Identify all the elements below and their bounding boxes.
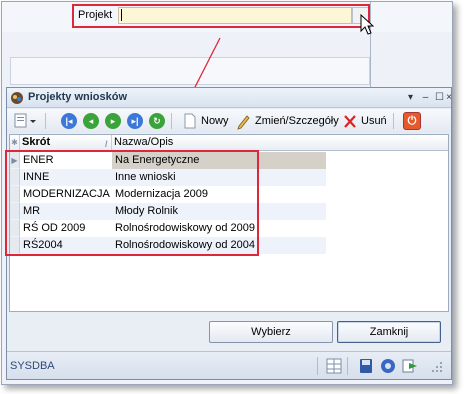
column-header-name[interactable]: Nazwa/Opis — [112, 135, 328, 151]
select-button[interactable]: Wybierz — [209, 321, 333, 343]
new-button[interactable]: Nowy — [201, 115, 229, 127]
resize-grip-icon[interactable] — [427, 357, 445, 375]
dialog-title: Projekty wniosków — [28, 91, 128, 103]
toolbar-separator — [393, 113, 394, 129]
previous-record-icon[interactable]: ◂ — [83, 113, 99, 129]
status-user: SYSDBA — [10, 360, 55, 372]
grid-layout-icon[interactable] — [325, 357, 343, 375]
background-panel — [10, 57, 370, 85]
edit-details-button[interactable]: Zmień/Szczegóły — [255, 115, 339, 127]
dialog-toolbar: |◂ ◂ ▸ ▸| ↻ Nowy Zmień/Szczegóły Usuń ⏻ — [7, 109, 451, 133]
app-icon — [11, 92, 23, 104]
save-icon[interactable] — [357, 357, 375, 375]
status-separator — [317, 357, 318, 375]
grid-header: ✱ Skrót / Nazwa/Opis — [10, 135, 448, 151]
toolbar-separator — [171, 113, 172, 129]
first-record-icon[interactable]: |◂ — [61, 113, 77, 129]
status-bar: SYSDBA — [7, 351, 451, 379]
close-button[interactable]: Zamknij — [337, 321, 441, 343]
mouse-cursor-icon — [360, 14, 374, 35]
minimize-button[interactable]: – — [418, 90, 433, 105]
menu-icon[interactable]: ▾ — [403, 90, 418, 105]
export-icon[interactable] — [401, 357, 419, 375]
options-menu-icon[interactable] — [13, 112, 39, 130]
grid-highlight-box — [5, 150, 259, 256]
status-separator — [347, 357, 348, 375]
delete-icon[interactable] — [343, 112, 357, 130]
exit-icon[interactable]: ⏻ — [403, 112, 421, 130]
column-header-label: Skrót — [22, 136, 51, 148]
toolbar-separator — [45, 113, 46, 129]
refresh-icon[interactable]: ↻ — [149, 113, 165, 129]
edit-pencil-icon[interactable] — [237, 112, 251, 130]
new-document-icon[interactable] — [183, 112, 197, 130]
settings-gear-icon[interactable] — [379, 357, 397, 375]
projekt-highlight-box — [72, 4, 370, 28]
next-record-icon[interactable]: ▸ — [105, 113, 121, 129]
dialog-titlebar[interactable]: Projekty wniosków ▾ – ☐ × — [7, 88, 453, 108]
close-icon[interactable]: × — [445, 90, 453, 105]
last-record-icon[interactable]: ▸| — [127, 113, 143, 129]
grid-options-icon[interactable]: ✱ — [10, 135, 20, 151]
column-header-code[interactable]: Skrót / — [20, 135, 112, 151]
delete-button[interactable]: Usuń — [361, 115, 387, 127]
